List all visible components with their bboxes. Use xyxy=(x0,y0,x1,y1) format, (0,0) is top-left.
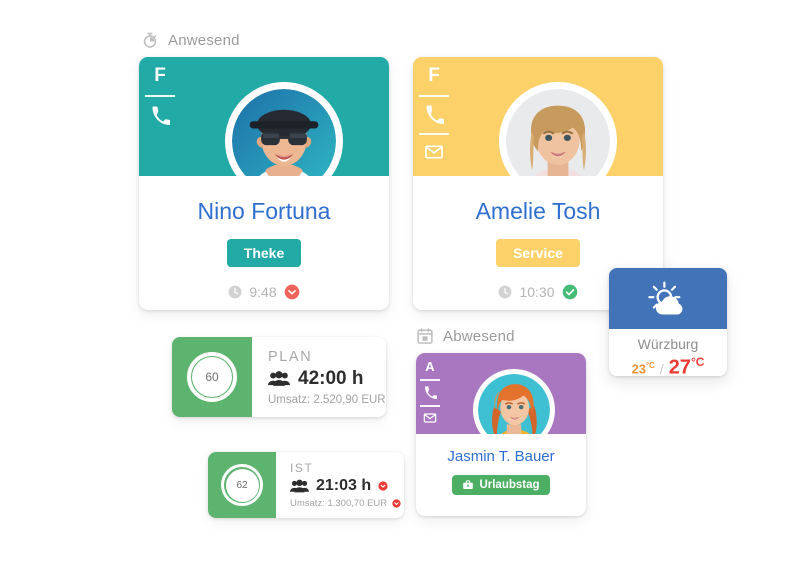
stat-details: PLAN 42:00 h Umsatz: 2.520,90 EUR xyxy=(252,337,386,417)
employee-absence-badge[interactable]: Urlaubstag xyxy=(452,475,550,495)
stat-hours-row: 42:00 h xyxy=(268,368,386,390)
employee-card-header: A xyxy=(416,353,586,434)
stat-hours-row: 21:03 h xyxy=(290,477,404,495)
employee-card-header: F xyxy=(413,57,663,176)
stat-revenue-value: Umsatz: 2.520,90 EUR xyxy=(268,393,386,406)
sun-behind-cloud-icon xyxy=(646,279,690,319)
stat-progress-ring: 62 xyxy=(221,464,263,506)
weather-high-temp: 27°C xyxy=(668,355,705,376)
calendar-icon xyxy=(416,327,434,345)
phone-icon[interactable] xyxy=(416,379,444,405)
weather-separator: / xyxy=(659,360,664,376)
employee-absence-badge-label: Urlaubstag xyxy=(479,479,540,491)
stat-label: PLAN xyxy=(268,348,313,365)
weather-info: Würzburg 23°C / 27°C xyxy=(609,329,727,376)
employee-name: Jasmin T. Bauer xyxy=(447,448,555,465)
revenue-warning-icon xyxy=(392,499,401,508)
people-icon xyxy=(290,479,309,493)
stat-label: IST xyxy=(290,461,314,475)
stat-card-ist[interactable]: 62 IST 21:03 h Umsatz: 1.300,70 EUR xyxy=(208,452,404,518)
employee-contact-rail: A xyxy=(416,353,444,431)
stat-revenue-row: Umsatz: 1.300,70 EUR xyxy=(290,498,404,509)
stat-hours-value: 21:03 h xyxy=(316,477,372,494)
people-icon xyxy=(268,371,290,386)
phone-icon[interactable] xyxy=(139,95,181,135)
employee-card-jasmin-t-bauer[interactable]: A Jasmin T. Bauer Urlaubstag xyxy=(416,353,586,516)
employee-role-badge[interactable]: Service xyxy=(496,239,580,267)
section-header-absent: Abwesend xyxy=(416,327,515,345)
employee-role-badge[interactable]: Theke xyxy=(226,239,302,267)
weather-temperatures: 23°C / 27°C xyxy=(609,355,727,376)
employee-card-nino-fortuna[interactable]: F Nino Fortuna Theke 9:48 xyxy=(139,57,389,310)
hours-warning-icon xyxy=(378,481,388,491)
stat-card-plan[interactable]: 60 PLAN 42:00 h Umsatz: 2.520,90 EUR xyxy=(172,337,386,417)
section-header-absent-label: Abwesend xyxy=(443,327,515,345)
clock-icon xyxy=(498,285,512,299)
dashboard-root: Anwesend F Nino Fortuna Theke 9:48 F Ame… xyxy=(0,0,800,582)
phone-icon[interactable] xyxy=(413,95,455,133)
employee-card-body: Nino Fortuna Theke 9:48 xyxy=(139,176,389,300)
employee-checkin-time: 10:30 xyxy=(519,284,555,300)
mail-icon[interactable] xyxy=(413,133,455,171)
weather-low-temp: 23°C xyxy=(631,361,655,376)
chevron-down-circle-icon[interactable] xyxy=(284,284,300,300)
stat-ring-wrap: 60 xyxy=(172,337,252,417)
employee-checkin-time: 9:48 xyxy=(249,284,277,300)
section-header-present: Anwesend xyxy=(141,31,240,49)
stat-details: IST 21:03 h Umsatz: 1.300,70 EUR xyxy=(276,452,404,518)
section-header-present-label: Anwesend xyxy=(168,31,240,49)
weather-icon-area xyxy=(609,268,727,329)
avatar xyxy=(499,82,617,176)
stat-revenue-value: Umsatz: 1.300,70 EUR xyxy=(290,498,388,509)
rail-initial: F xyxy=(154,65,166,86)
employee-card-header: F xyxy=(139,57,389,176)
weather-city: Würzburg xyxy=(637,336,699,352)
employee-contact-rail: F xyxy=(139,57,181,135)
employee-contact-rail: F xyxy=(413,57,455,171)
employee-status: 9:48 xyxy=(139,284,389,300)
mail-icon[interactable] xyxy=(416,405,444,431)
avatar xyxy=(473,369,555,434)
stat-revenue-row: Umsatz: 2.520,90 EUR xyxy=(268,394,386,406)
stat-hours-value: 42:00 h xyxy=(298,367,364,389)
check-circle-icon[interactable] xyxy=(562,284,578,300)
employee-name: Nino Fortuna xyxy=(197,198,331,224)
avatar xyxy=(225,82,343,176)
stat-ring-value: 62 xyxy=(225,468,259,502)
stat-ring-value: 60 xyxy=(192,357,232,397)
stat-progress-ring: 60 xyxy=(187,352,237,402)
clock-icon xyxy=(228,285,242,299)
stopwatch-icon xyxy=(141,31,159,49)
weather-widget[interactable]: Würzburg 23°C / 27°C xyxy=(609,268,727,376)
stat-ring-wrap: 62 xyxy=(208,452,276,518)
rail-initial: A xyxy=(425,358,435,374)
briefcase-icon xyxy=(462,479,474,491)
employee-name: Amelie Tosh xyxy=(475,198,601,224)
employee-card-body: Jasmin T. Bauer Urlaubstag xyxy=(416,434,586,496)
rail-initial: F xyxy=(428,65,440,86)
